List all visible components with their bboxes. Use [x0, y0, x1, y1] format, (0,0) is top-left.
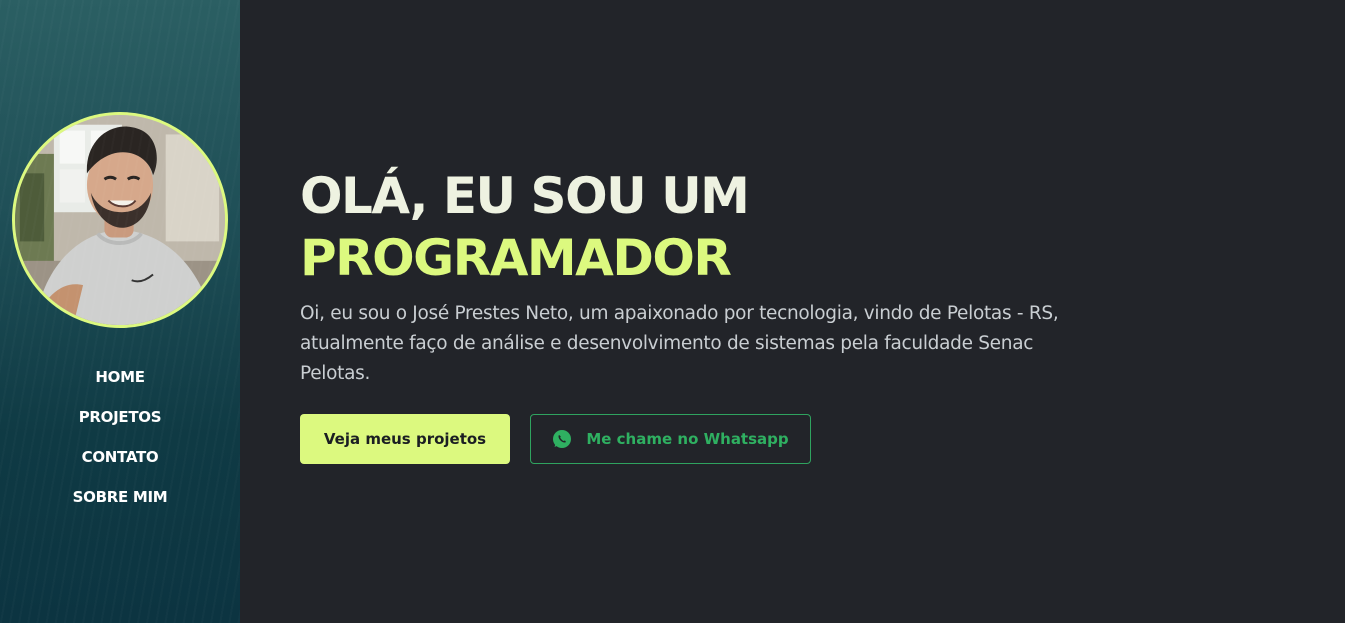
nav-item-projetos[interactable]: PROJETOS	[0, 406, 240, 446]
whatsapp-icon	[552, 429, 572, 449]
nav-item-sobre-mim[interactable]: SOBRE MIM	[0, 486, 240, 526]
hero-headline: OLÁ, EU SOU UM PROGRAMADOR	[300, 165, 1120, 289]
sidebar-nav: HOME PROJETOS CONTATO SOBRE MIM	[0, 366, 240, 526]
page: HOME PROJETOS CONTATO SOBRE MIM OLÁ, EU …	[0, 0, 1345, 623]
headline-line-2: PROGRAMADOR	[300, 229, 732, 287]
hero-buttons: Veja meus projetos Me chame no Whatsapp	[300, 414, 811, 464]
whatsapp-button-label: Me chame no Whatsapp	[586, 430, 789, 448]
nav-item-contato[interactable]: CONTATO	[0, 446, 240, 486]
profile-photo	[15, 115, 225, 325]
avatar	[12, 112, 228, 328]
whatsapp-button[interactable]: Me chame no Whatsapp	[530, 414, 811, 464]
headline-line-1: OLÁ, EU SOU UM	[300, 167, 750, 225]
view-projects-button[interactable]: Veja meus projetos	[300, 414, 510, 464]
sidebar: HOME PROJETOS CONTATO SOBRE MIM	[0, 0, 240, 623]
intro-text: Oi, eu sou o José Prestes Neto, um apaix…	[300, 303, 1059, 384]
nav-item-home[interactable]: HOME	[0, 366, 240, 406]
hero-section: OLÁ, EU SOU UM PROGRAMADOR Oi, eu sou o …	[300, 165, 1120, 464]
